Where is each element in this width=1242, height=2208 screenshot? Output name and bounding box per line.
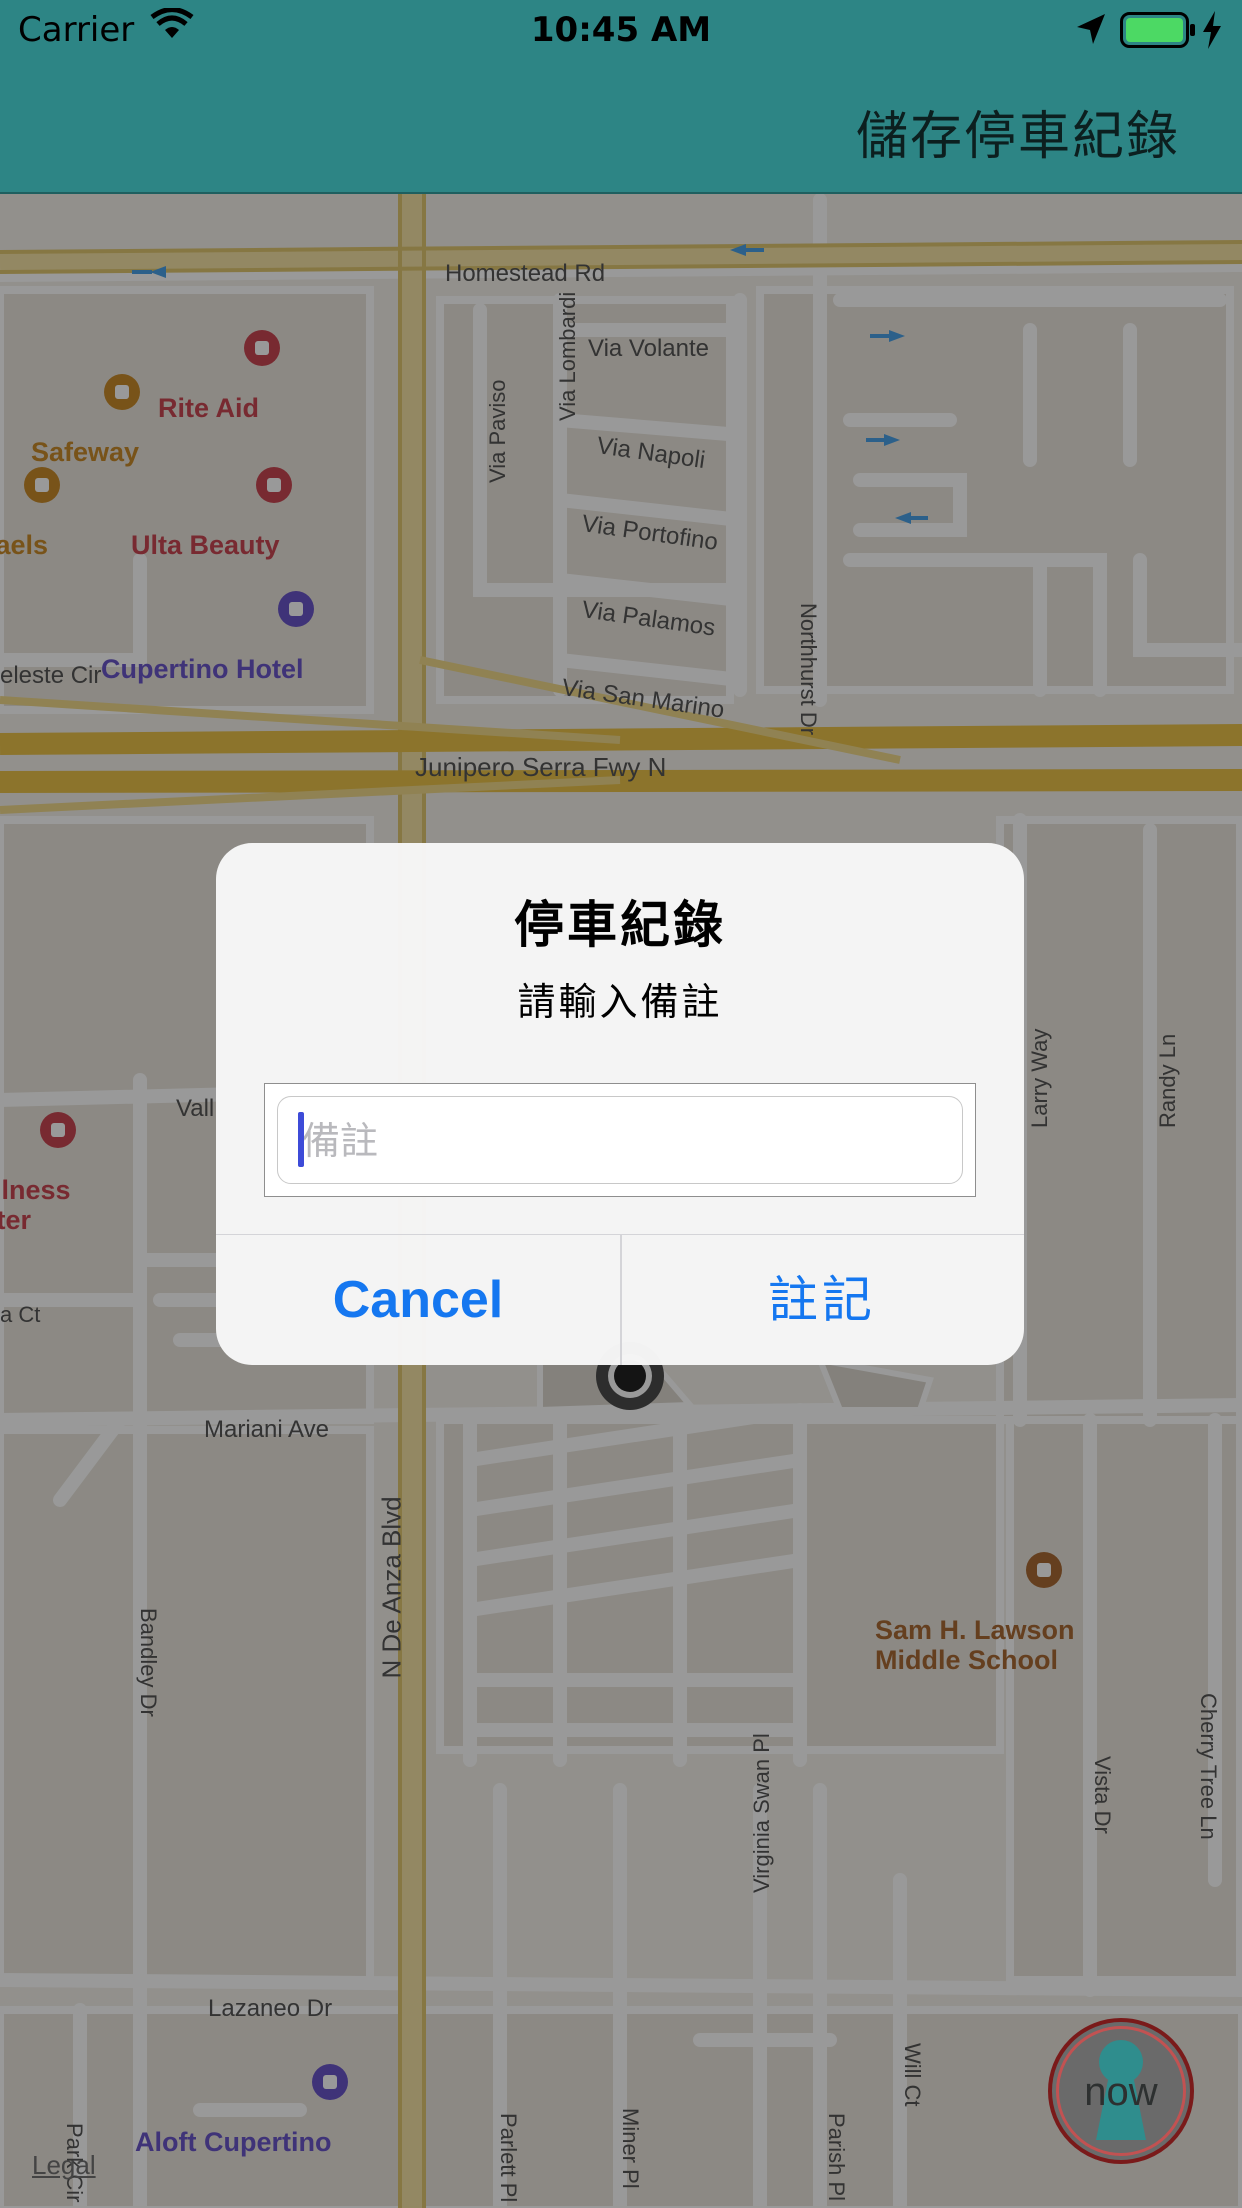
alert-message: 請輸入備註	[517, 980, 723, 1024]
battery-icon	[1120, 12, 1195, 48]
now-location-button[interactable]: now	[1048, 2018, 1194, 2164]
parking-record-alert: 停車紀錄 請輸入備註 Cancel 註記	[216, 843, 1024, 1365]
cancel-button[interactable]: Cancel	[216, 1235, 620, 1365]
alert-button-row: Cancel 註記	[216, 1234, 1024, 1365]
note-input[interactable]	[296, 1097, 944, 1185]
navigation-bar: 儲存停車紀錄	[0, 60, 1242, 194]
now-button-label: now	[1084, 2070, 1158, 2114]
note-field-container	[264, 1083, 976, 1197]
alert-title: 停車紀錄	[514, 896, 726, 954]
map-legal-link[interactable]: Legal	[32, 2150, 96, 2181]
confirm-note-button[interactable]: 註記	[620, 1235, 1024, 1365]
status-bar: Carrier 10:45 AM	[0, 0, 1242, 60]
location-arrow-icon	[1077, 14, 1105, 44]
text-caret	[298, 1112, 304, 1167]
save-parking-record-button[interactable]: 儲存停車紀錄	[856, 94, 1180, 169]
status-time: 10:45 AM	[530, 10, 712, 50]
note-field-frame	[277, 1096, 963, 1185]
charging-bolt-icon	[1203, 11, 1221, 49]
